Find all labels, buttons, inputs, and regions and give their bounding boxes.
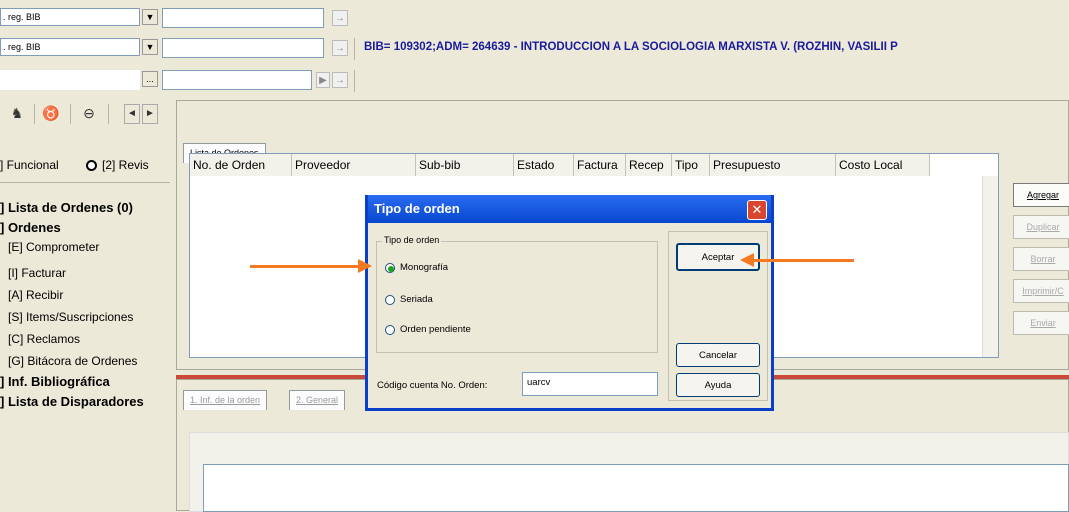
radio-orden-pendiente-label[interactable]: Orden pendiente — [400, 324, 471, 335]
go-arrow-icon[interactable]: → — [332, 40, 348, 56]
tab-inf-orden[interactable]: 1. Inf. de la orden — [183, 390, 268, 410]
separator — [70, 104, 71, 124]
tree-item[interactable]: [E] Comprometer — [8, 240, 170, 254]
annotation-arrow-left-line — [250, 265, 360, 268]
dialog-title: Tipo de orden — [368, 195, 771, 223]
bib-field-3[interactable] — [162, 70, 312, 90]
bib-combo-2[interactable]: . reg. BIB — [0, 38, 140, 56]
left-arrow-icon[interactable]: ◄ — [124, 104, 140, 124]
tree-item[interactable]: [G] Bitácora de Ordenes — [8, 354, 170, 368]
table-header: No. de Orden Proveedor Sub-bib Estado Fa… — [190, 154, 998, 176]
radio-monografia[interactable] — [385, 263, 395, 273]
tree-item[interactable]: [S] Items/Suscripciones — [8, 310, 170, 324]
ellipsis-button[interactable]: ... — [142, 71, 158, 87]
bib-record-title: BIB= 109302;ADM= 264639 - INTRODUCCION A… — [364, 41, 898, 53]
duplicar-button[interactable]: Duplicar — [1013, 215, 1069, 239]
column-header[interactable]: Costo Local — [836, 154, 930, 176]
radio-revision[interactable] — [86, 160, 97, 171]
notes-area[interactable] — [203, 464, 1069, 512]
annotation-arrow-right-icon — [358, 259, 372, 273]
separator — [354, 70, 355, 92]
tab-general[interactable]: 2. General — [289, 390, 346, 410]
tree-item[interactable]: ] Inf. Bibliográfica — [0, 374, 170, 389]
go-arrow-icon[interactable]: → — [332, 72, 348, 88]
tree-item[interactable]: ] Lista de Disparadores — [0, 394, 170, 409]
tool-icon[interactable]: ♉ — [40, 100, 62, 128]
borrar-button[interactable]: Borrar — [1013, 247, 1069, 271]
tree-item[interactable]: [A] Recibir — [8, 288, 170, 302]
go-arrow-icon[interactable]: → — [332, 10, 348, 26]
tool-icon[interactable]: ♞ — [6, 100, 28, 128]
bib-field-1[interactable] — [162, 8, 324, 28]
nav-toolbar: ♞ ♉ ⊖ ◄ ► — [0, 100, 168, 128]
tree-item[interactable]: ] Lista de Ordenes (0) — [0, 200, 170, 215]
scrollbar[interactable] — [982, 176, 998, 357]
column-header[interactable]: Recep — [626, 154, 672, 176]
radio-monografia-label[interactable]: Monografía — [400, 262, 448, 273]
column-header[interactable]: Proveedor — [292, 154, 416, 176]
left-panel: ] Funcional [2] Revis ] Lista de Ordenes… — [0, 148, 170, 511]
tool-icon[interactable]: ⊖ — [78, 100, 100, 128]
separator — [108, 104, 109, 124]
radio-funcional-label[interactable]: ] Funcional — [0, 158, 59, 172]
play-icon[interactable]: ▶ — [316, 72, 330, 88]
column-header[interactable]: No. de Orden — [190, 154, 292, 176]
column-header[interactable]: Tipo — [672, 154, 710, 176]
radio-orden-pendiente[interactable] — [385, 325, 395, 335]
bib-field-3-left[interactable] — [0, 70, 140, 90]
separator — [34, 104, 35, 124]
tipo-orden-dialog: Tipo de orden ✕ Tipo de orden Monografía… — [365, 195, 774, 411]
radio-revision-label[interactable]: [2] Revis — [102, 158, 170, 172]
annotation-arrow-right-line — [752, 259, 854, 262]
close-icon[interactable]: ✕ — [747, 200, 767, 220]
group-label: Tipo de orden — [382, 235, 442, 245]
code-input[interactable]: uarcv — [522, 372, 658, 396]
bib-field-2[interactable] — [162, 38, 324, 58]
column-header[interactable]: Factura — [574, 154, 626, 176]
code-label: Código cuenta No. Orden: — [377, 380, 488, 391]
chevron-down-icon[interactable]: ▼ — [142, 9, 158, 25]
separator — [0, 182, 170, 183]
tree-item[interactable]: [I] Facturar — [8, 266, 170, 280]
agregar-button[interactable]: Agregar — [1013, 183, 1069, 207]
bib-combo-1[interactable]: . reg. BIB — [0, 8, 140, 26]
tree-item[interactable]: [C] Reclamos — [8, 332, 170, 346]
help-button[interactable]: Ayuda — [676, 373, 760, 397]
tree-item[interactable]: ] Ordenes — [0, 220, 170, 235]
cancel-button[interactable]: Cancelar — [676, 343, 760, 367]
annotation-arrow-left-icon — [740, 253, 754, 267]
radio-seriada-label[interactable]: Seriada — [400, 294, 433, 305]
imprimir-button[interactable]: Imprimir/C — [1013, 279, 1069, 303]
column-header[interactable]: Sub-bib — [416, 154, 514, 176]
enviar-button[interactable]: Enviar — [1013, 311, 1069, 335]
chevron-down-icon[interactable]: ▼ — [142, 39, 158, 55]
radio-seriada[interactable] — [385, 295, 395, 305]
right-arrow-icon[interactable]: ► — [142, 104, 158, 124]
column-header[interactable]: Estado — [514, 154, 574, 176]
separator — [354, 38, 355, 60]
column-header[interactable]: Presupuesto — [710, 154, 836, 176]
